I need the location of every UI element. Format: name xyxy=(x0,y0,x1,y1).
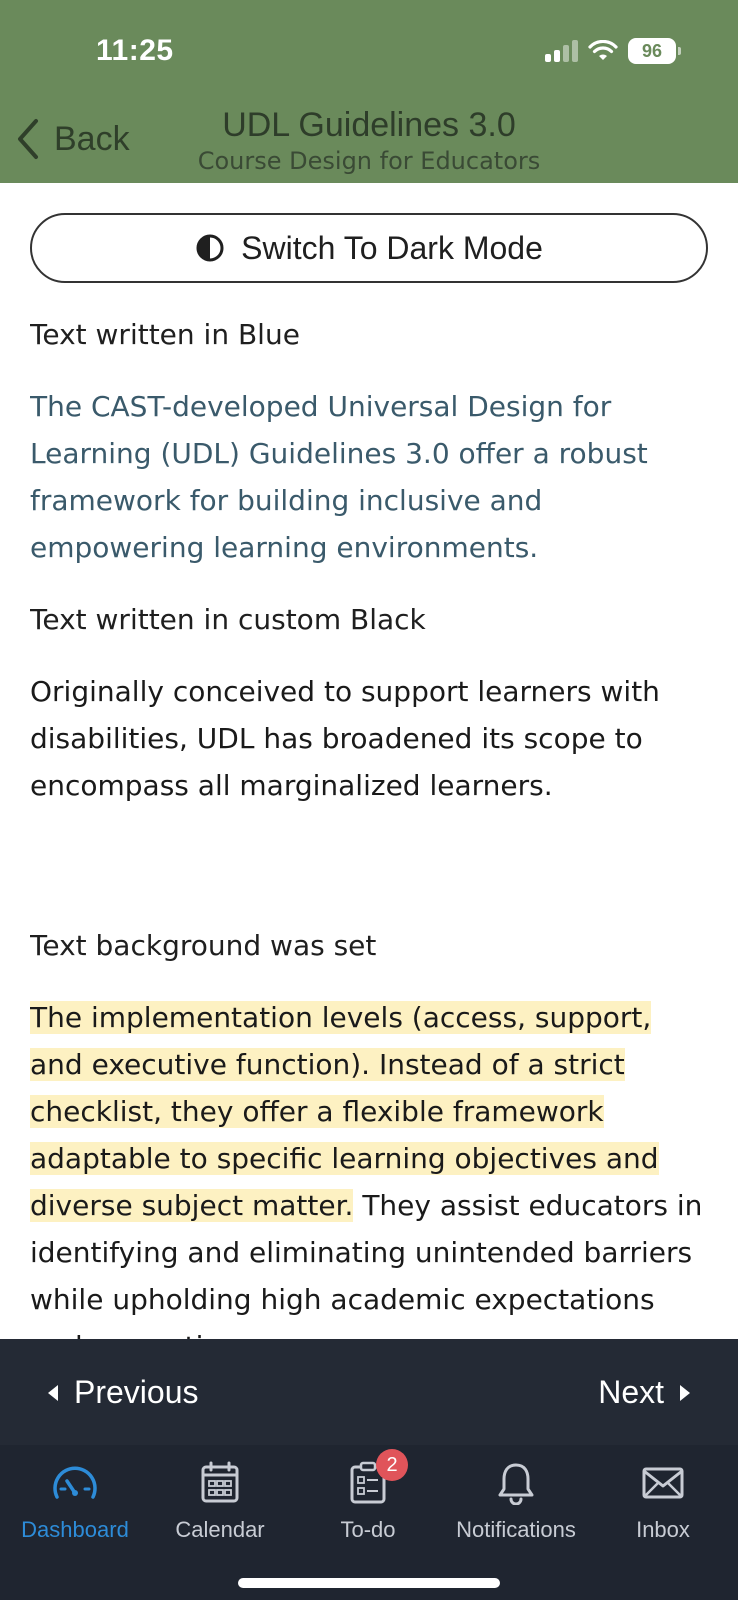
cellular-signal-icon xyxy=(545,40,578,62)
next-label: Next xyxy=(598,1374,664,1410)
bell-icon xyxy=(498,1463,534,1505)
section-label-black: Text written in custom Black xyxy=(30,603,426,636)
half-circle-contrast-icon xyxy=(196,234,224,262)
page-title-block: UDL Guidelines 3.0 Course Design for Edu… xyxy=(0,106,738,175)
dashboard-gauge-icon xyxy=(53,1466,97,1499)
pager-bar: Previous Next xyxy=(0,1339,738,1445)
page-title: UDL Guidelines 3.0 xyxy=(222,106,516,144)
section-label-blue: Text written in Blue xyxy=(30,318,300,351)
home-indicator[interactable] xyxy=(238,1578,500,1588)
black-text-paragraph: Originally conceived to support learners… xyxy=(30,675,660,802)
previous-button[interactable]: Previous xyxy=(46,1374,199,1411)
tab-dashboard[interactable]: Dashboard xyxy=(20,1455,130,1543)
tab-inbox-label: Inbox xyxy=(636,1517,690,1542)
next-button[interactable]: Next xyxy=(598,1374,692,1411)
section-label-background: Text background was set xyxy=(30,929,377,962)
triangle-left-icon xyxy=(48,1384,58,1401)
background-text-paragraph: The implementation levels (access, suppo… xyxy=(30,994,710,1340)
tab-bar: Dashboard Calendar 2 To-do Notifications… xyxy=(0,1445,738,1600)
tab-todo-label: To-do xyxy=(340,1517,396,1542)
switch-dark-mode-label: Switch To Dark Mode xyxy=(241,229,543,266)
tab-dashboard-label: Dashboard xyxy=(21,1517,129,1542)
battery-icon: 96 xyxy=(628,38,681,64)
triangle-right-icon xyxy=(680,1384,690,1401)
page-subtitle: Course Design for Educators xyxy=(197,147,541,175)
tab-calendar[interactable]: Calendar xyxy=(170,1455,270,1543)
previous-label: Previous xyxy=(74,1374,199,1410)
tab-calendar-label: Calendar xyxy=(175,1517,265,1542)
tab-todo[interactable]: 2 To-do xyxy=(318,1449,418,1543)
app-header: 11:25 96 Back UDL Guidelines 3.0 Course … xyxy=(0,0,738,183)
content-scroll-area[interactable]: Text written in Blue The CAST-developed … xyxy=(30,300,710,1340)
tab-notifications-label: Notifications xyxy=(456,1517,576,1542)
blue-text-paragraph: The CAST-developed Universal Design for … xyxy=(30,390,648,564)
status-icons: 96 xyxy=(545,38,681,64)
switch-dark-mode-button[interactable]: Switch To Dark Mode xyxy=(30,213,708,283)
calendar-icon xyxy=(201,1461,239,1503)
todo-badge: 2 xyxy=(376,1449,408,1481)
wifi-icon xyxy=(588,40,618,60)
tab-notifications[interactable]: Notifications xyxy=(446,1455,586,1543)
envelope-icon xyxy=(642,1467,684,1499)
tab-inbox[interactable]: Inbox xyxy=(618,1455,708,1543)
status-time: 11:25 xyxy=(96,34,174,67)
